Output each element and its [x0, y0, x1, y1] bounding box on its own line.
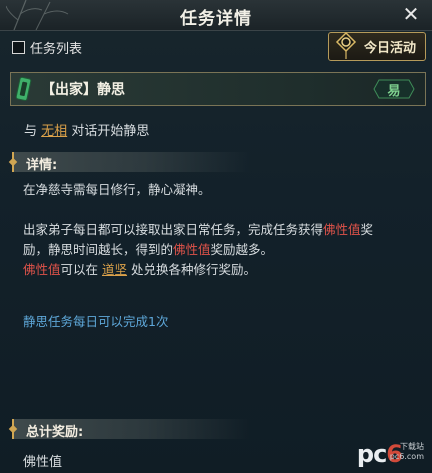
section-marker: [8, 157, 18, 167]
buddhist-value-highlight: 佛性值: [323, 222, 361, 237]
task-objective: 与 无相 对话开始静思: [24, 120, 149, 139]
details-text: 处兑换各种修行奖励。: [131, 262, 257, 277]
details-header-label: 详情:: [26, 158, 58, 173]
task-name: 【出家】静思: [41, 82, 125, 98]
npc-link-daojian[interactable]: 道坚: [102, 262, 127, 277]
title-bar: 任务详情 ✕: [0, 0, 432, 31]
daily-limit-note: 静思任务每日可以完成1次: [23, 314, 169, 329]
section-marker: [8, 424, 18, 434]
window-title: 任务详情: [180, 9, 252, 29]
buddhist-value-highlight: 佛性值: [173, 242, 211, 257]
details-text: 奖: [360, 222, 374, 237]
details-line-1: 在净慈寺需每日修行，静心凝神。: [23, 182, 211, 197]
npc-link-wuxiang[interactable]: 无相: [41, 124, 67, 139]
details-paragraph-2: 出家弟子每日都可以接取出家日常任务，完成任务获得佛性值奖 励，静思时间越长，得到…: [23, 220, 418, 280]
watermark-pc: pc: [356, 440, 387, 468]
watermark-sub: 下载站: [400, 442, 424, 451]
rewards-header-label: 总计奖励:: [26, 425, 84, 440]
details-text: 出家弟子每日都可以接取出家日常任务，完成任务获得: [23, 222, 324, 237]
today-events-label: 今日活动: [363, 41, 416, 56]
details-text: 励，静思时间越长，得到的: [23, 242, 174, 257]
task-list-checkbox[interactable]: [12, 40, 25, 54]
lantern-icon: [335, 31, 357, 59]
reward-item: 佛性值: [23, 455, 63, 470]
objective-prefix: 与: [24, 124, 38, 139]
buddhist-value-highlight: 佛性值: [23, 262, 61, 277]
details-text: 可以在: [60, 262, 99, 277]
task-detail-panel: 任务详情 ✕ 任务列表 今日活动 【出家】静思 易 与 无相 对话开始静思 详情…: [0, 0, 432, 473]
task-list-toggle[interactable]: 任务列表: [12, 38, 83, 57]
difficulty-label: 易: [387, 84, 401, 99]
today-events-button[interactable]: 今日活动: [328, 31, 426, 61]
close-icon[interactable]: ✕: [400, 3, 422, 25]
task-list-label: 任务列表: [30, 41, 83, 57]
jade-token-icon: [15, 76, 32, 101]
rewards-section-header: 总计奖励:: [8, 419, 250, 440]
watermark-domain: pc6.com: [389, 452, 424, 461]
objective-suffix: 对话开始静思: [71, 124, 150, 139]
task-header: 【出家】静思 易: [10, 72, 426, 106]
details-section-header: 详情:: [8, 152, 250, 173]
details-text: 奖励越多。: [210, 242, 274, 257]
